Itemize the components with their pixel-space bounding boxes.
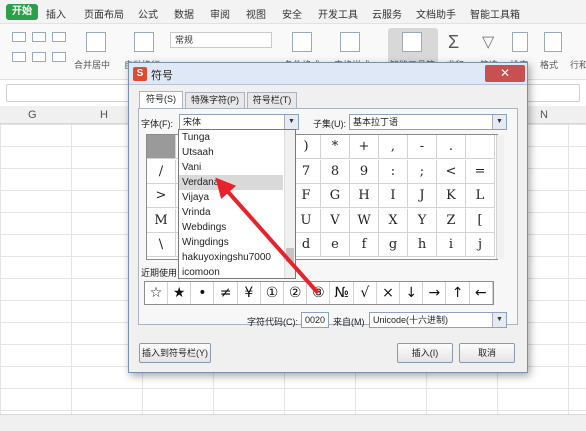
arrow-line [215, 177, 320, 295]
annotation-arrow [215, 177, 320, 295]
